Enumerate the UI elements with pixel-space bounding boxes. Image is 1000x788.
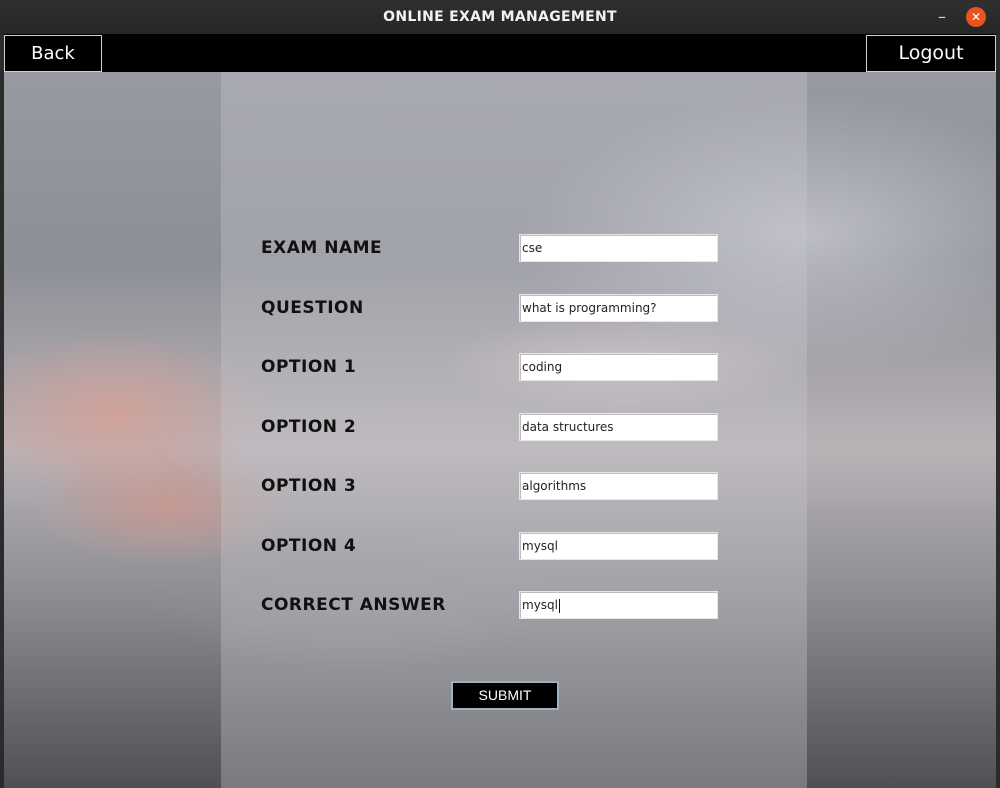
question-label: QUESTION bbox=[261, 298, 364, 318]
exam-name-input[interactable]: cse bbox=[519, 234, 718, 262]
window-title: ONLINE EXAM MANAGEMENT bbox=[383, 9, 617, 25]
option-2-input[interactable]: data structures bbox=[519, 413, 718, 441]
correct-answer-input[interactable]: mysql bbox=[519, 591, 718, 619]
option-1-input[interactable]: coding bbox=[519, 353, 718, 381]
question-input[interactable]: what is programming? bbox=[519, 294, 718, 322]
close-icon[interactable]: ✕ bbox=[966, 7, 986, 27]
app-window: ONLINE EXAM MANAGEMENT – ✕ Back Logout E… bbox=[0, 0, 1000, 788]
text-cursor bbox=[559, 598, 560, 613]
option-3-label: OPTION 3 bbox=[261, 476, 357, 496]
logout-button[interactable]: Logout bbox=[866, 35, 996, 72]
correct-answer-label: CORRECT ANSWER bbox=[261, 595, 446, 615]
top-nav-bar: Back Logout bbox=[4, 34, 996, 72]
submit-button[interactable]: SUBMIT bbox=[451, 681, 559, 710]
option-4-input[interactable]: mysql bbox=[519, 532, 718, 560]
exam-name-label: EXAM NAME bbox=[261, 238, 383, 258]
minimize-icon[interactable]: – bbox=[933, 8, 951, 26]
option-1-label: OPTION 1 bbox=[261, 357, 357, 377]
title-bar[interactable]: ONLINE EXAM MANAGEMENT – ✕ bbox=[0, 0, 1000, 34]
back-button[interactable]: Back bbox=[4, 35, 102, 72]
option-4-label: OPTION 4 bbox=[261, 536, 357, 556]
main-content: Back Logout EXAM NAME cse QUESTION what … bbox=[4, 34, 996, 788]
option-3-input[interactable]: algorithms bbox=[519, 472, 718, 500]
option-2-label: OPTION 2 bbox=[261, 417, 357, 437]
correct-answer-value: mysql bbox=[522, 598, 558, 612]
